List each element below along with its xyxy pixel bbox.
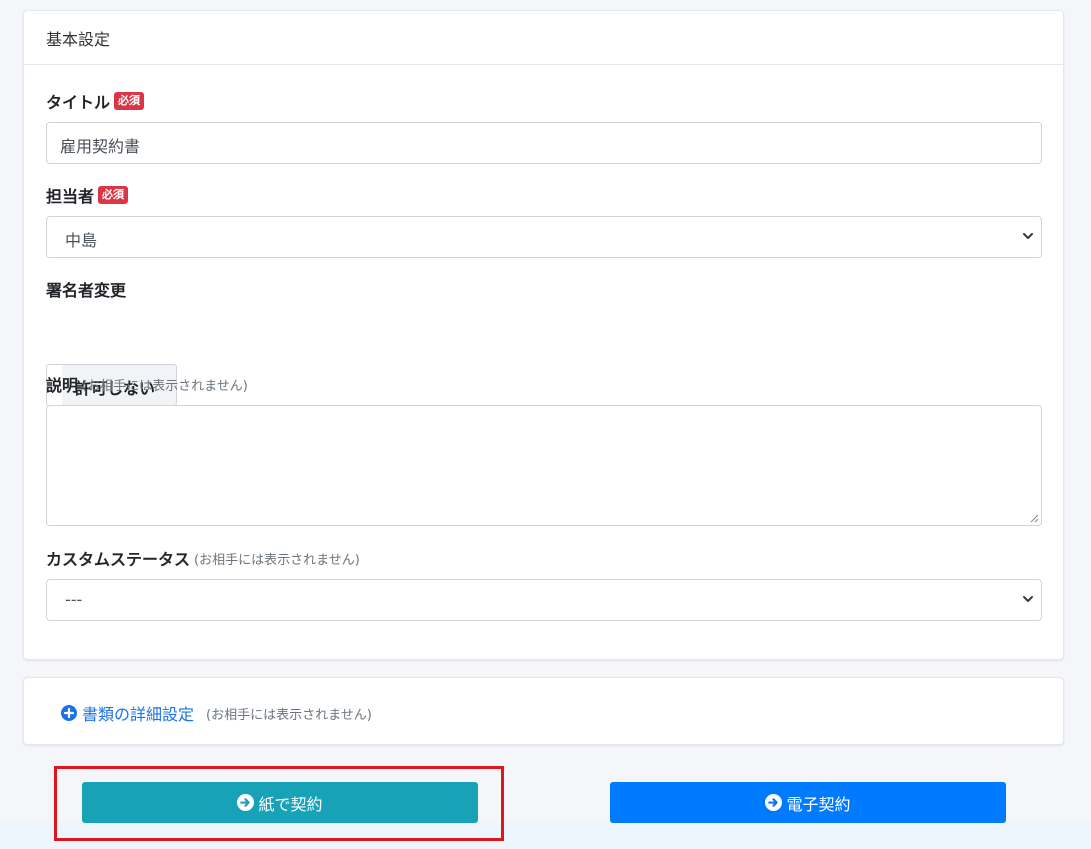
title-input[interactable]: 雇用契約書 <box>46 122 1042 164</box>
arrow-circle-right-icon <box>765 794 783 811</box>
title-input-value: 雇用契約書 <box>60 137 141 156</box>
chevron-down-icon <box>1023 233 1033 239</box>
basic-settings-card: 基本設定 タイトル 必須 雇用契約書 担当者 必須 中島 署名者変更 許可しない… <box>23 10 1064 660</box>
required-badge: 必須 <box>98 186 129 204</box>
custom-status-label-row: カスタムステータス (お相手には表示されません) <box>46 546 360 570</box>
paper-contract-label: 紙で契約 <box>258 794 323 814</box>
assignee-label-row: 担当者 必須 <box>46 183 129 207</box>
required-badge: 必須 <box>114 92 145 110</box>
arrow-circle-right-icon <box>237 794 255 811</box>
title-label-row: タイトル 必須 <box>46 89 145 113</box>
assignee-label: 担当者 <box>46 187 95 206</box>
detail-settings-hint: (お相手には表示されません) <box>206 707 372 723</box>
footer-band <box>0 822 1091 849</box>
description-hint: (お相手には表示されません) <box>82 378 248 394</box>
assignee-select-value: 中島 <box>65 231 98 250</box>
custom-status-label: カスタムステータス <box>46 550 191 569</box>
assignee-select[interactable]: 中島 <box>46 216 1042 258</box>
digital-contract-button[interactable]: 電子契約 <box>610 782 1006 823</box>
description-textarea[interactable] <box>46 405 1042 526</box>
detail-settings-link[interactable]: 書類の詳細設定 (お相手には表示されません) <box>61 701 372 725</box>
custom-status-value: --- <box>65 590 83 609</box>
description-label-row: 説明 (お相手には表示されません) <box>46 372 248 396</box>
digital-contract-label: 電子契約 <box>786 794 851 814</box>
chevron-down-icon <box>1023 596 1033 602</box>
custom-status-select[interactable]: --- <box>46 579 1042 621</box>
detail-settings-card: 書類の詳細設定 (お相手には表示されません) <box>23 677 1064 745</box>
custom-status-hint: (お相手には表示されません) <box>194 552 360 568</box>
signer-change-label: 署名者変更 <box>46 277 126 301</box>
signer-change-label-text: 署名者変更 <box>46 281 127 300</box>
title-label: タイトル <box>46 93 111 112</box>
basic-settings-header: 基本設定 <box>24 11 1063 65</box>
paper-contract-button[interactable]: 紙で契約 <box>82 782 478 823</box>
detail-settings-label: 書類の詳細設定 <box>82 705 195 724</box>
resize-handle-icon[interactable] <box>1030 514 1039 523</box>
plus-circle-icon <box>61 705 77 721</box>
description-label: 説明 <box>46 376 79 395</box>
